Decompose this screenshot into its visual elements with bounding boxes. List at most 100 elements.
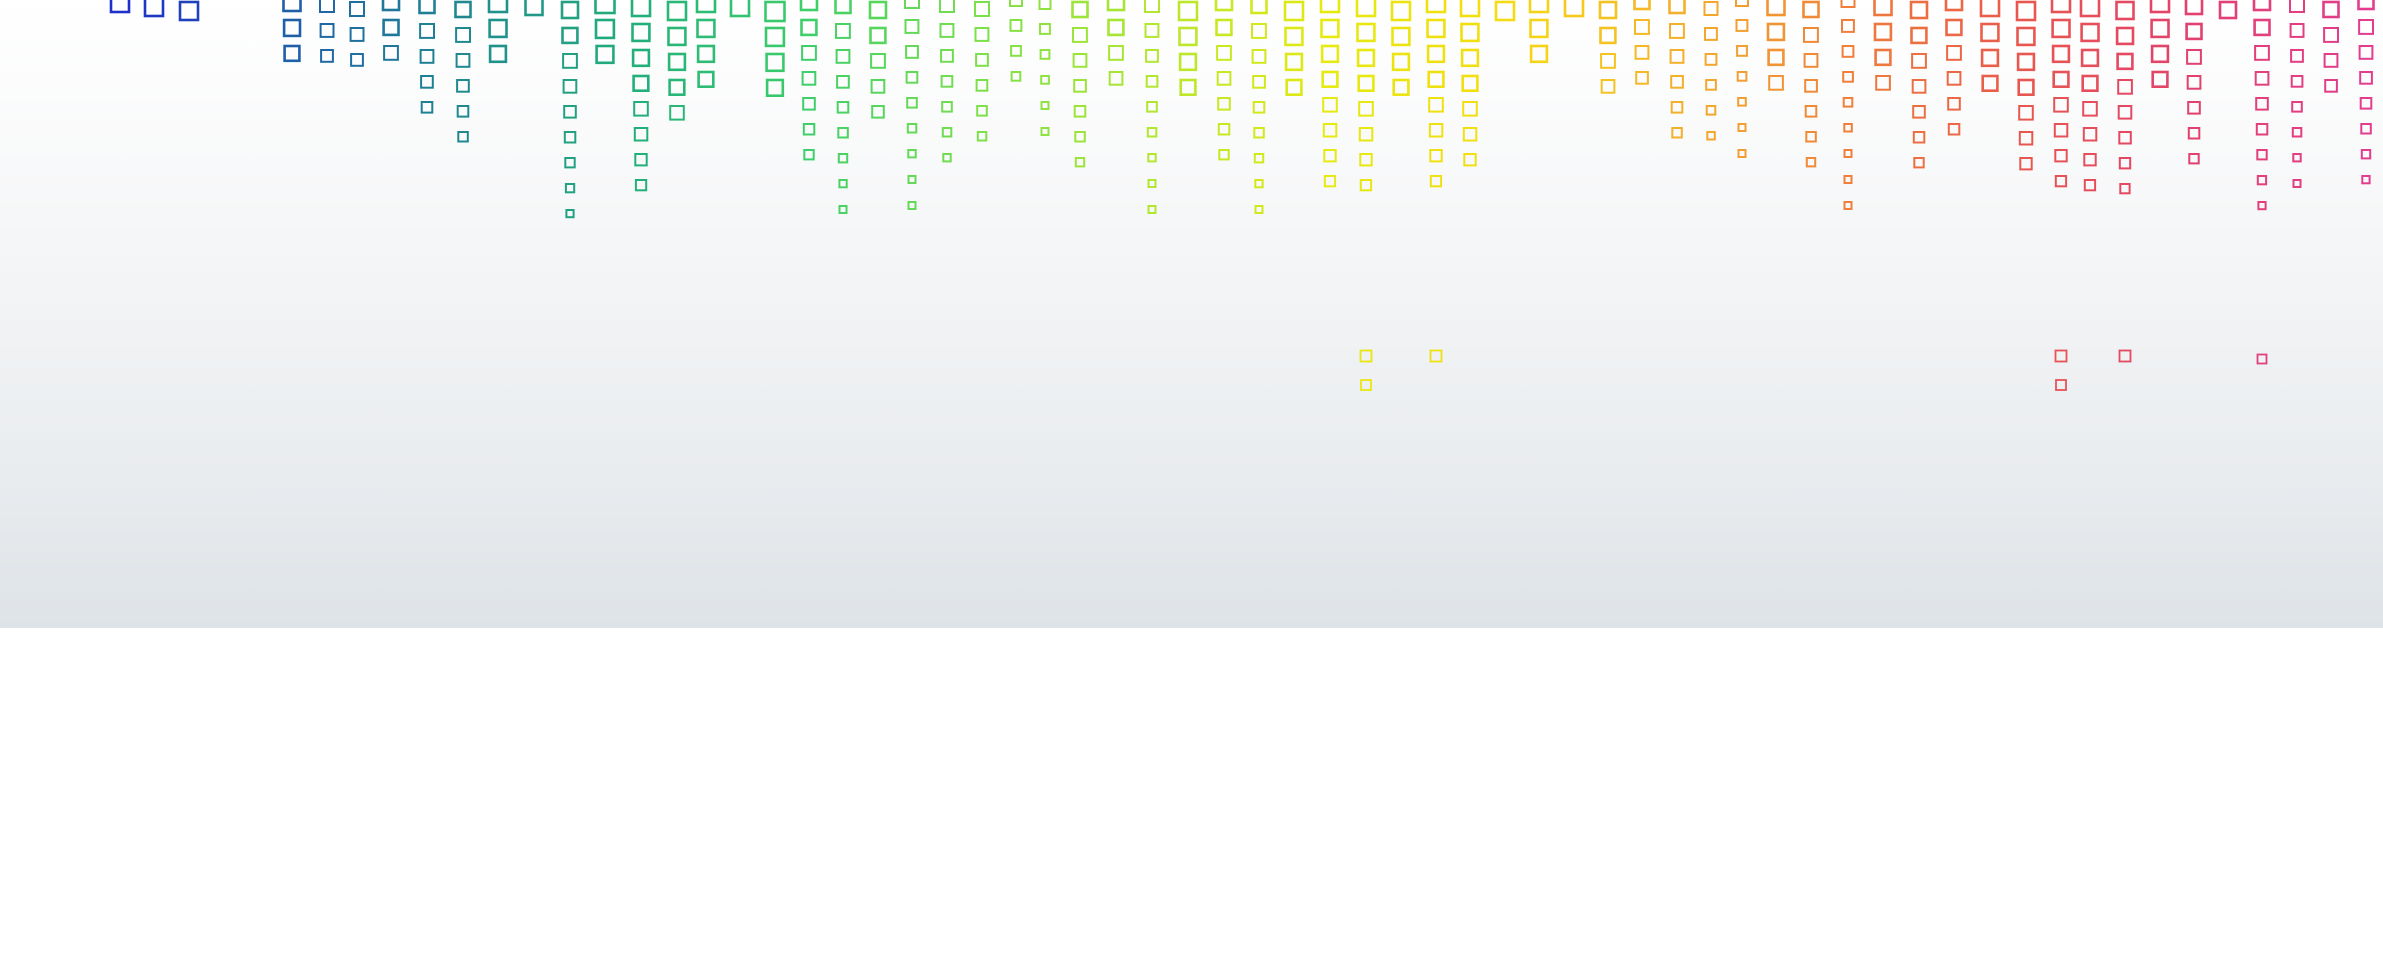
pattern-square — [2119, 183, 2131, 195]
pattern-square — [1528, 0, 1550, 14]
pattern-square — [1217, 123, 1231, 136]
pattern-square — [834, 0, 852, 15]
pattern-square — [1873, 22, 1893, 42]
pattern-square — [2291, 101, 2303, 113]
pattern-square — [1842, 71, 1854, 83]
pattern-square — [283, 44, 301, 63]
pattern-square — [633, 127, 649, 142]
pattern-square — [1108, 45, 1124, 61]
pattern-square — [319, 23, 335, 38]
pattern-square — [1462, 127, 1478, 142]
pattern-square — [1428, 123, 1444, 138]
pattern-square — [1704, 53, 1718, 66]
pattern-square — [1768, 75, 1784, 91]
pattern-square — [1040, 127, 1050, 136]
pattern-square — [1461, 74, 1479, 92]
pattern-square — [2358, 19, 2375, 35]
pattern-square — [2292, 153, 2302, 163]
pattern-square — [1669, 23, 1685, 39]
pattern-square — [838, 179, 848, 189]
pattern-square — [524, 0, 544, 17]
pattern-square — [2187, 127, 2201, 140]
pattern-square — [2015, 0, 2037, 22]
pattern-square — [563, 131, 577, 144]
pattern-square — [801, 71, 817, 86]
pattern-square — [2256, 149, 2268, 161]
pattern-square — [1600, 53, 1616, 69]
pattern-square — [2256, 175, 2268, 186]
pattern-square — [1074, 131, 1086, 143]
pattern-square — [1635, 71, 1649, 85]
pattern-square — [2055, 379, 2067, 391]
pattern-square — [1737, 97, 1747, 107]
pattern-square — [942, 153, 952, 163]
pattern-square — [667, 26, 687, 47]
pattern-square — [975, 53, 989, 67]
pattern-square — [974, 1, 990, 17]
pattern-square — [1177, 0, 1199, 22]
page — [0, 0, 2383, 959]
pattern-square — [1980, 48, 2000, 68]
pattern-square — [1874, 48, 1892, 67]
pattern-square — [1360, 379, 1372, 391]
pattern-square — [941, 127, 953, 138]
pattern-square — [838, 205, 848, 214]
pattern-square — [801, 45, 817, 61]
pattern-square — [2290, 49, 2304, 63]
pattern-square — [1320, 44, 1340, 64]
pattern-square — [2218, 0, 2238, 20]
pattern-square — [2117, 105, 2133, 120]
pattern-square — [1429, 175, 1443, 188]
pattern-square — [2018, 131, 2034, 146]
pattern-square — [562, 79, 578, 94]
pattern-square — [2290, 75, 2304, 88]
pattern-square — [1670, 101, 1684, 114]
pattern-square — [1944, 0, 1964, 12]
pattern-square — [940, 49, 954, 63]
pattern-square — [1494, 0, 1516, 22]
pattern-square — [2082, 127, 2098, 142]
pattern-square — [1179, 78, 1197, 96]
pattern-square — [562, 53, 578, 69]
pattern-square — [1426, 18, 1446, 39]
pattern-square — [1563, 0, 1585, 18]
pattern-square — [1843, 123, 1853, 133]
pattern-square — [2053, 123, 2069, 138]
pattern-square — [870, 53, 886, 69]
pattern-square — [2257, 201, 2267, 211]
pattern-square — [1911, 79, 1927, 94]
pattern-square — [1253, 127, 1265, 139]
pattern-square — [563, 105, 577, 119]
pattern-square — [1323, 149, 1337, 163]
pattern-square — [564, 183, 576, 194]
pattern-square — [1323, 175, 1337, 188]
pattern-square — [2054, 175, 2068, 188]
pattern-square — [2051, 18, 2071, 39]
pattern-square — [1284, 26, 1304, 47]
pattern-square — [2016, 26, 2036, 47]
pattern-square — [802, 97, 816, 111]
pattern-square — [634, 153, 648, 167]
pattern-square — [2117, 79, 2133, 95]
pattern-square — [1429, 349, 1443, 363]
pattern-square — [765, 52, 785, 73]
pattern-square — [2357, 0, 2375, 11]
pattern-square — [1145, 49, 1159, 63]
pattern-square — [2253, 18, 2271, 37]
pattern-square — [594, 18, 616, 40]
pattern-square — [418, 0, 436, 15]
pattern-square — [2322, 0, 2340, 19]
pattern-square — [1147, 179, 1157, 188]
pattern-square — [667, 52, 687, 72]
pattern-square — [1251, 49, 1267, 64]
pattern-square — [1010, 71, 1022, 82]
pattern-square — [1217, 97, 1231, 111]
pattern-square — [2116, 52, 2134, 71]
pattern-square — [109, 0, 131, 14]
pattern-square — [907, 149, 917, 159]
pattern-square — [1321, 70, 1339, 88]
pattern-square — [2052, 70, 2070, 88]
pattern-square — [1359, 349, 1373, 363]
pattern-square — [2255, 123, 2269, 136]
pattern-square — [1426, 44, 1446, 64]
